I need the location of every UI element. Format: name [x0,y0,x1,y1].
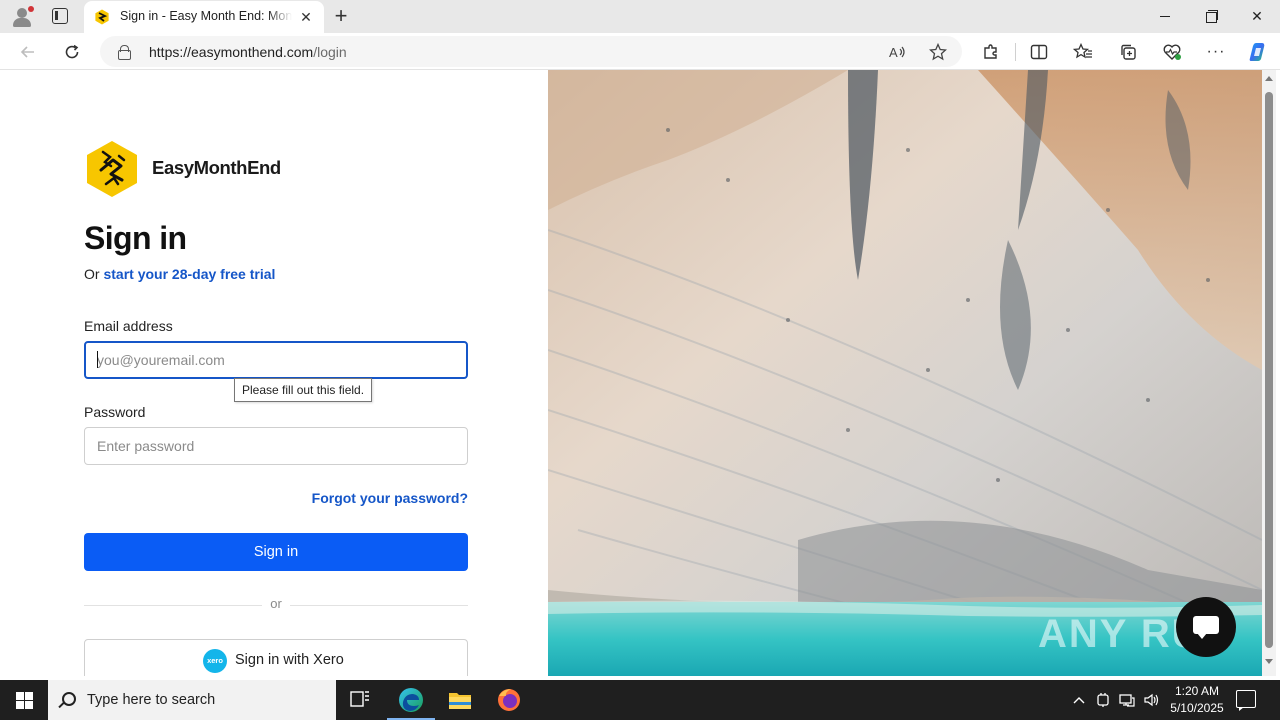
password-label: Password [84,404,146,420]
volume-icon[interactable] [1140,680,1162,720]
scroll-down-icon[interactable] [1265,659,1273,664]
easymonthend-logo-icon [87,141,137,197]
tab-title: Sign in - Easy Month End: Month End Clos… [120,9,292,25]
favorite-star-icon[interactable] [926,40,950,64]
xero-button-label: Sign in with Xero [235,652,344,668]
notification-center-icon[interactable] [1236,690,1256,711]
split-screen-icon[interactable] [1027,40,1051,64]
validation-tooltip: Please fill out this field. [234,378,373,402]
cliff-sea-image [548,70,1262,676]
extensions-puzzle-icon[interactable] [979,40,1003,64]
sign-in-button[interactable]: Sign in [84,533,468,571]
copilot-icon[interactable] [1246,40,1270,64]
back-arrow-icon[interactable] [16,40,40,64]
task-view-icon[interactable] [336,680,384,720]
search-icon [62,692,76,706]
taskbar-clock[interactable]: 1:20 AM 5/10/2025 [1162,683,1232,717]
password-input[interactable] [84,427,468,465]
xero-logo-icon: xero [203,649,227,673]
browser-titlebar: Sign in - Easy Month End: Month End Clos… [0,0,1280,33]
address-url[interactable]: https://easymonthend.com/login [149,44,347,60]
scroll-up-icon[interactable] [1265,76,1273,81]
windows-taskbar: Type here to search 1:20 AM 5/10/2025 [0,680,1280,720]
subline-prefix: Or [84,266,104,282]
svg-text:A: A [889,45,898,60]
network-icon[interactable] [1116,680,1138,720]
sign-in-with-xero-button[interactable]: xero Sign in with Xero [84,639,468,676]
new-tab-icon[interactable]: + [330,5,352,27]
address-bar[interactable]: https://easymonthend.com/login A [100,36,962,67]
free-trial-link[interactable]: start your 28-day free trial [103,266,275,282]
lock-icon[interactable] [118,45,131,60]
window-minimize-button[interactable] [1142,0,1188,33]
tab-actions-icon[interactable] [52,8,68,24]
forgot-password-link[interactable]: Forgot your password? [304,490,468,506]
hero-photo-cliff [548,70,1262,676]
firefox-icon[interactable] [485,680,533,720]
toolbar-divider [1015,43,1016,61]
brand-name: EasyMonthEnd [152,157,281,178]
heart-pulse-icon[interactable] [1160,40,1184,64]
browser-tab-active[interactable]: Sign in - Easy Month End: Month End Clos… [84,1,324,33]
window-restore-button[interactable] [1188,0,1234,33]
start-button-icon[interactable] [0,680,48,720]
web-page: EasyMonthEnd Sign in Or start your 28-da… [4,70,1262,676]
page-title: Sign in [84,220,187,256]
trial-subline: Or start your 28-day free trial [84,266,275,282]
device-icon[interactable] [1092,680,1114,720]
easymonthend-favicon-icon [95,9,109,25]
collections-icon[interactable] [1116,40,1140,64]
edge-taskbar-icon[interactable] [387,680,435,720]
taskbar-search-placeholder: Type here to search [87,692,216,708]
more-menu-icon[interactable]: ··· [1204,40,1228,64]
chat-widget-icon[interactable] [1176,597,1236,657]
login-panel: EasyMonthEnd Sign in Or start your 28-da… [4,70,548,676]
scroll-thumb[interactable] [1265,92,1273,648]
email-input[interactable] [84,341,468,379]
refresh-icon[interactable] [60,40,84,64]
tray-overflow-icon[interactable] [1068,680,1090,720]
tab-close-icon[interactable]: ✕ [298,9,314,25]
read-aloud-icon[interactable]: A [886,40,910,64]
file-explorer-icon[interactable] [436,680,484,720]
page-scrollbar[interactable] [1262,70,1276,676]
text-caret [97,351,98,368]
clock-date: 5/10/2025 [1170,701,1224,715]
browser-toolbar: https://easymonthend.com/login A ··· [0,33,1280,70]
favorites-icon[interactable] [1071,40,1095,64]
or-divider-text: or [262,596,290,611]
profile-icon[interactable] [10,5,34,29]
clock-time: 1:20 AM [1174,684,1220,698]
window-close-button[interactable]: ✕ [1234,0,1280,33]
email-label: Email address [84,318,173,334]
taskbar-search-box[interactable]: Type here to search [48,680,336,720]
